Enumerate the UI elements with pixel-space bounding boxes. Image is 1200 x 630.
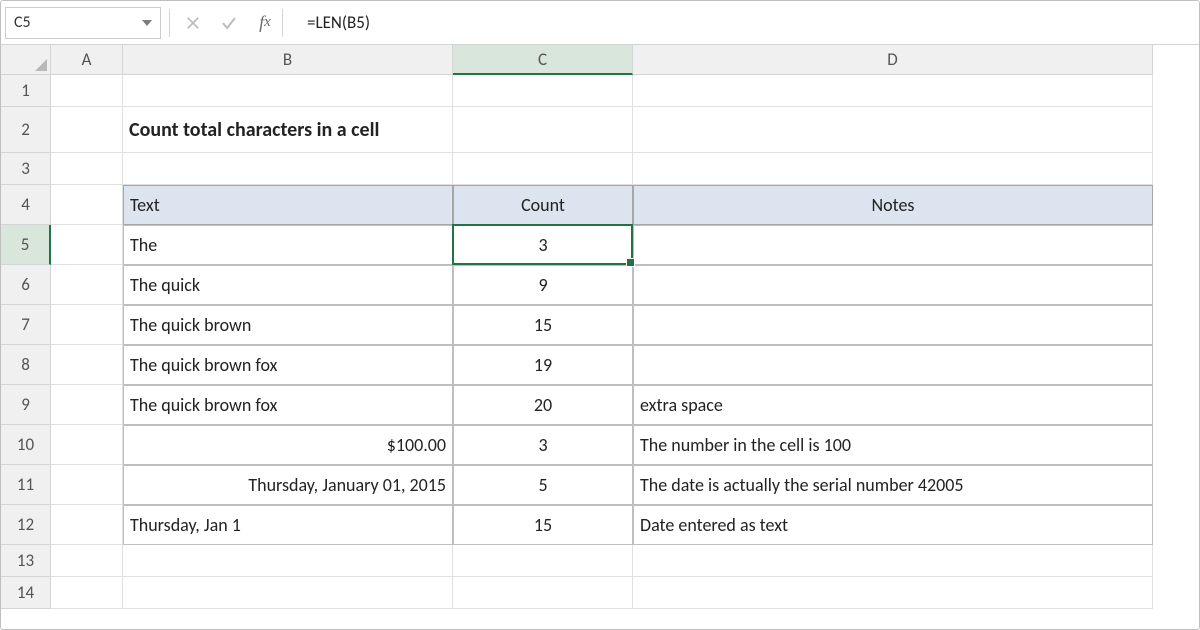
row-header-12[interactable]: 12	[1, 505, 51, 545]
cell-A9[interactable]	[51, 385, 123, 425]
cell-D8[interactable]	[633, 345, 1153, 385]
row-header-1[interactable]: 1	[1, 75, 51, 107]
cell-C9[interactable]: 20	[453, 385, 633, 425]
row-header-14[interactable]: 14	[1, 577, 51, 609]
cell-D12[interactable]: Date entered as text	[633, 505, 1153, 545]
cell-D2[interactable]	[633, 107, 1153, 153]
cell-D1[interactable]	[633, 75, 1153, 107]
cell-B14[interactable]	[123, 577, 453, 609]
name-box[interactable]: C5	[5, 7, 161, 39]
row-header-5[interactable]: 5	[1, 225, 51, 265]
divider	[169, 9, 170, 37]
row-headers: 1234567891011121314	[1, 75, 51, 609]
cell-A8[interactable]	[51, 345, 123, 385]
cell-B3[interactable]	[123, 153, 453, 185]
enter-icon[interactable]	[220, 14, 238, 32]
row-header-13[interactable]: 13	[1, 545, 51, 577]
divider	[282, 9, 283, 37]
cell-B8[interactable]: The quick brown fox	[123, 345, 453, 385]
cell-B11[interactable]: Thursday, January 01, 2015	[123, 465, 453, 505]
cell-D9[interactable]: extra space	[633, 385, 1153, 425]
cell-B6[interactable]: The quick	[123, 265, 453, 305]
cell-D7[interactable]	[633, 305, 1153, 345]
cell-A1[interactable]	[51, 75, 123, 107]
cell-D5[interactable]	[633, 225, 1153, 265]
cell-D6[interactable]	[633, 265, 1153, 305]
row-header-3[interactable]: 3	[1, 153, 51, 185]
formula-text: =LEN(B5)	[307, 12, 370, 33]
cell-C3[interactable]	[453, 153, 633, 185]
cell-D11[interactable]: The date is actually the serial number 4…	[633, 465, 1153, 505]
formula-input[interactable]: =LEN(B5)	[299, 7, 1193, 39]
cell-D10[interactable]: The number in the cell is 100	[633, 425, 1153, 465]
cell-C2[interactable]	[453, 107, 633, 153]
cell-D4[interactable]: Notes	[633, 185, 1153, 225]
cell-C10[interactable]: 3	[453, 425, 633, 465]
formula-bar-buttons: fx	[180, 14, 278, 32]
row-header-10[interactable]: 10	[1, 425, 51, 465]
column-headers: ABCD	[51, 45, 1153, 75]
cell-C1[interactable]	[453, 75, 633, 107]
cell-D3[interactable]	[633, 153, 1153, 185]
cell-A12[interactable]	[51, 505, 123, 545]
select-all-corner[interactable]	[1, 45, 51, 75]
grid-main: ABCD Count total characters in a cell Tex…	[51, 45, 1153, 609]
cell-A5[interactable]	[51, 225, 123, 265]
cell-C8[interactable]: 19	[453, 345, 633, 385]
cell-B9[interactable]: The quick brown fox	[123, 385, 453, 425]
column-header-C[interactable]: C	[453, 45, 633, 75]
cell-A2[interactable]	[51, 107, 123, 153]
column-header-D[interactable]: D	[633, 45, 1153, 75]
cell-B13[interactable]	[123, 545, 453, 577]
cell-C12[interactable]: 15	[453, 505, 633, 545]
cell-C14[interactable]	[453, 577, 633, 609]
cell-C7[interactable]: 15	[453, 305, 633, 345]
cell-A11[interactable]	[51, 465, 123, 505]
cell-C11[interactable]: 5	[453, 465, 633, 505]
cell-A13[interactable]	[51, 545, 123, 577]
row-header-7[interactable]: 7	[1, 305, 51, 345]
cell-B4[interactable]: Text	[123, 185, 453, 225]
row-header-11[interactable]: 11	[1, 465, 51, 505]
spreadsheet-grid: 1234567891011121314 ABCD Count total cha…	[1, 45, 1199, 609]
cell-B5[interactable]: The	[123, 225, 453, 265]
row-header-8[interactable]: 8	[1, 345, 51, 385]
cell-B1[interactable]	[123, 75, 453, 107]
column-header-A[interactable]: A	[51, 45, 123, 75]
cell-D13[interactable]	[633, 545, 1153, 577]
cell-A4[interactable]	[51, 185, 123, 225]
row-header-2[interactable]: 2	[1, 107, 51, 153]
cell-B7[interactable]: The quick brown	[123, 305, 453, 345]
name-box-value: C5	[14, 13, 31, 32]
column-header-B[interactable]: B	[123, 45, 453, 75]
cell-D14[interactable]	[633, 577, 1153, 609]
cell-A3[interactable]	[51, 153, 123, 185]
row-header-6[interactable]: 6	[1, 265, 51, 305]
cell-B12[interactable]: Thursday, Jan 1	[123, 505, 453, 545]
cell-A14[interactable]	[51, 577, 123, 609]
row-header-4[interactable]: 4	[1, 185, 51, 225]
cell-C6[interactable]: 9	[453, 265, 633, 305]
left-headers: 1234567891011121314	[1, 45, 51, 609]
row-header-9[interactable]: 9	[1, 385, 51, 425]
chevron-down-icon[interactable]	[142, 20, 152, 26]
fx-icon[interactable]: fx	[256, 14, 274, 32]
cancel-icon[interactable]	[184, 14, 202, 32]
cell-A7[interactable]	[51, 305, 123, 345]
cell-A6[interactable]	[51, 265, 123, 305]
cell-C13[interactable]	[453, 545, 633, 577]
cells-area[interactable]: Count total characters in a cell TextCoun…	[51, 75, 1153, 609]
cell-B2[interactable]: Count total characters in a cell	[123, 107, 453, 153]
cell-C5[interactable]: 3	[453, 225, 633, 265]
cell-A10[interactable]	[51, 425, 123, 465]
formula-bar: C5 fx =LEN(B5)	[1, 1, 1199, 45]
cell-B10[interactable]: $100.00	[123, 425, 453, 465]
cell-C4[interactable]: Count	[453, 185, 633, 225]
